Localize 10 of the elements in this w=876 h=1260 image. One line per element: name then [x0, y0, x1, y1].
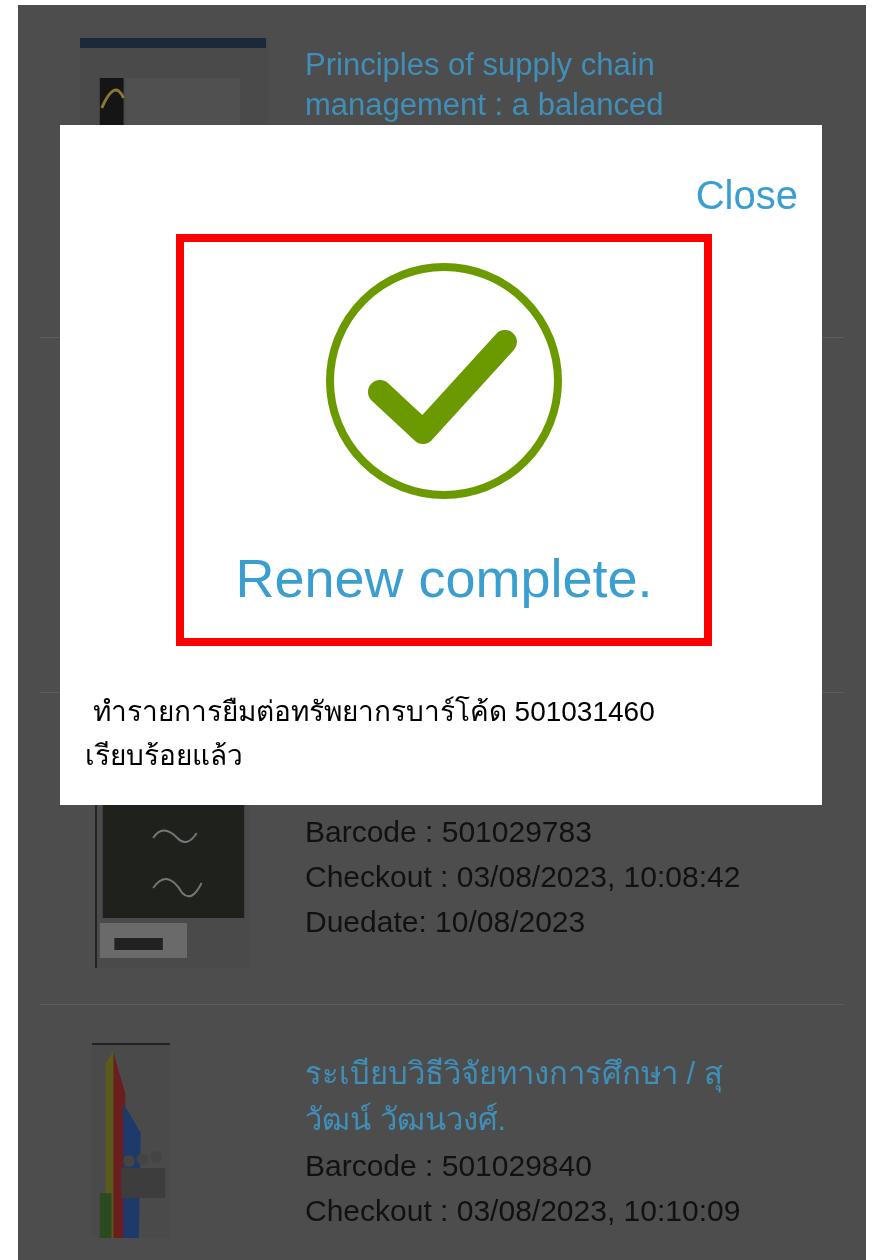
barcode-text: Barcode : 501029840: [305, 1148, 593, 1184]
book-title-link[interactable]: ระเบียบวิธีวิจัยทางการศึกษา / สุวัฒน์ วัฒนวงศ์.: [305, 1051, 735, 1143]
checkout-text: Checkout : 03/08/2023, 10:10:09: [305, 1193, 742, 1229]
close-button[interactable]: Close: [695, 170, 798, 220]
due-date-text: Duedate: 10/08/2023: [305, 904, 587, 940]
barcode-text: Barcode : 501029783: [305, 814, 593, 850]
renew-complete-heading: Renew complete.: [235, 547, 653, 610]
checkout-text: Checkout : 03/08/2023, 10:08:42: [305, 859, 741, 895]
book-title-link[interactable]: Principles of supply chain management : a balanced: [305, 45, 755, 125]
renew-message: ทำรายการยืมต่อทรัพยากรบาร์โค้ด 501031460 เรียบร้อยแล้ว: [84, 695, 656, 773]
